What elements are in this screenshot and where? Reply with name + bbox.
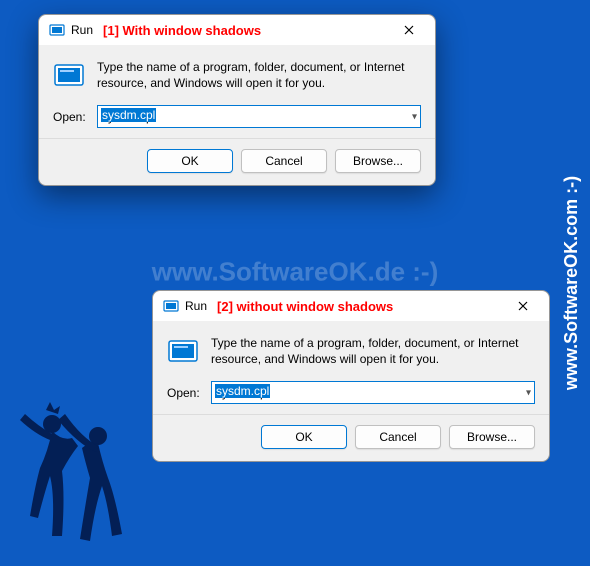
close-button[interactable] xyxy=(503,292,543,320)
ok-button[interactable]: OK xyxy=(261,425,347,449)
button-strip: OK Cancel Browse... xyxy=(39,138,435,185)
run-large-icon xyxy=(53,59,85,91)
open-combobox[interactable]: sysdm.cpl ▾ xyxy=(211,381,535,404)
watermark-center: www.SoftwareOK.de :-) xyxy=(152,256,439,287)
dancers-silhouette xyxy=(10,396,150,556)
close-icon xyxy=(404,25,414,35)
window-title: Run xyxy=(185,299,207,313)
run-icon xyxy=(163,298,179,314)
close-icon xyxy=(518,301,528,311)
browse-button[interactable]: Browse... xyxy=(449,425,535,449)
description-text: Type the name of a program, folder, docu… xyxy=(97,59,421,91)
annotation-2: [2] without window shadows xyxy=(217,299,393,314)
description-text: Type the name of a program, folder, docu… xyxy=(211,335,535,367)
cancel-button[interactable]: Cancel xyxy=(241,149,327,173)
open-combobox[interactable]: sysdm.cpl ▾ xyxy=(97,105,421,128)
close-button[interactable] xyxy=(389,16,429,44)
open-input[interactable] xyxy=(97,105,421,128)
cancel-button[interactable]: Cancel xyxy=(355,425,441,449)
annotation-1: [1] With window shadows xyxy=(103,23,261,38)
open-input[interactable] xyxy=(211,381,535,404)
titlebar[interactable]: Run [1] With window shadows xyxy=(39,15,435,45)
run-dialog-with-shadow: Run [1] With window shadows Type the nam… xyxy=(38,14,436,186)
watermark-right: www.SoftwareOK.com :-) xyxy=(561,176,582,390)
window-title: Run xyxy=(71,23,93,37)
button-strip: OK Cancel Browse... xyxy=(153,414,549,461)
ok-button[interactable]: OK xyxy=(147,149,233,173)
run-large-icon xyxy=(167,335,199,367)
open-label: Open: xyxy=(167,386,203,400)
run-dialog-without-shadow: Run [2] without window shadows Type the … xyxy=(152,290,550,462)
run-icon xyxy=(49,22,65,38)
titlebar[interactable]: Run [2] without window shadows xyxy=(153,291,549,321)
open-label: Open: xyxy=(53,110,89,124)
browse-button[interactable]: Browse... xyxy=(335,149,421,173)
